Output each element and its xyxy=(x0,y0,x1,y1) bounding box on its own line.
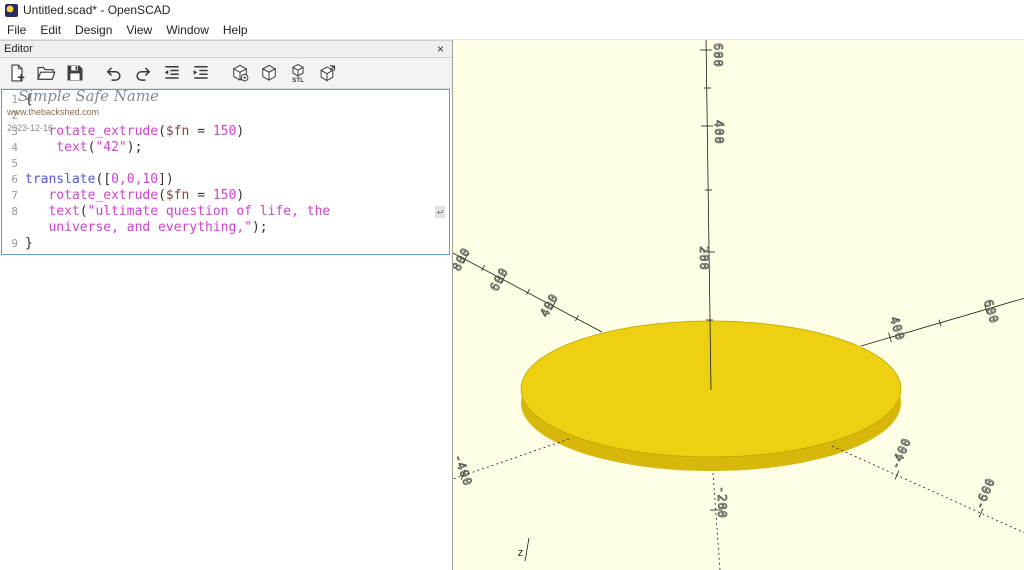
wrap-indicator: ↵ xyxy=(435,206,445,218)
line-number: 9 xyxy=(2,236,25,252)
axis-tick-label: -400 xyxy=(453,452,475,488)
axis-tick-label: 800 xyxy=(453,245,473,273)
editor-toolbar: STL xyxy=(0,58,452,89)
code-row: 3 rotate_extrude($fn = 150) xyxy=(2,124,449,140)
menu-file[interactable]: File xyxy=(0,22,33,38)
window-titlebar: Untitled.scad* - OpenSCAD xyxy=(0,0,1024,20)
menu-window[interactable]: Window xyxy=(159,22,216,38)
code-row: 5 xyxy=(2,156,449,172)
code-row: 9} xyxy=(2,236,449,252)
new-file-button[interactable] xyxy=(3,60,30,87)
preview-cube-icon xyxy=(230,63,250,83)
stl-cube-icon: STL xyxy=(288,63,308,83)
line-number xyxy=(2,220,25,236)
undo-icon xyxy=(104,63,124,83)
view-all-button[interactable] xyxy=(313,60,340,87)
save-button[interactable] xyxy=(61,60,88,87)
menu-view[interactable]: View xyxy=(119,22,159,38)
editor-panel-title: Editor xyxy=(4,43,33,55)
code-editor[interactable]: 1{23 rotate_extrude($fn = 150)4 text("42… xyxy=(0,89,452,570)
code-row: universe, and everything,"); xyxy=(2,220,449,236)
code-line-text: rotate_extrude($fn = 150) xyxy=(25,124,244,140)
render-button[interactable] xyxy=(255,60,282,87)
editor-panel: Editor × xyxy=(0,40,453,570)
preview-button[interactable] xyxy=(226,60,253,87)
redo-button[interactable] xyxy=(129,60,156,87)
code-line-text: rotate_extrude($fn = 150) xyxy=(25,188,244,204)
axis-tick-label: -200 xyxy=(715,486,729,519)
code-row: 6translate([0,0,10]) xyxy=(2,172,449,188)
code-row: 7 rotate_extrude($fn = 150) xyxy=(2,188,449,204)
export-stl-button[interactable]: STL xyxy=(284,60,311,87)
code-line-text: text("ultimate question of life, the xyxy=(25,204,330,220)
mini-axis-z-label: z xyxy=(517,546,524,559)
line-number: 8 xyxy=(2,204,25,220)
code-line-text: } xyxy=(25,236,33,252)
viewport-canvas[interactable]: z 600400200800600400400600-400-400-600-2… xyxy=(453,40,1024,570)
axis-tick-label: 400 xyxy=(537,291,561,319)
open-folder-icon xyxy=(36,63,56,83)
undo-button[interactable] xyxy=(100,60,127,87)
line-number: 4 xyxy=(2,140,25,156)
redo-icon xyxy=(133,63,153,83)
axes-cube-icon xyxy=(317,63,337,83)
axis-tick-label: 200 xyxy=(697,246,711,271)
save-icon xyxy=(65,63,85,83)
mini-axis-line xyxy=(525,538,529,561)
menu-design[interactable]: Design xyxy=(68,22,119,38)
code-line-text: text("42"); xyxy=(25,140,142,156)
axis-tick-label: 600 xyxy=(711,43,725,68)
editor-close-button[interactable]: × xyxy=(435,43,446,55)
menubar: File Edit Design View Window Help xyxy=(0,20,1024,40)
window-title: Untitled.scad* - OpenSCAD xyxy=(23,3,170,17)
line-number: 7 xyxy=(2,188,25,204)
menu-edit[interactable]: Edit xyxy=(33,22,68,38)
watermark-url: www.thebackshed.com xyxy=(7,107,99,117)
code-area[interactable]: 1{23 rotate_extrude($fn = 150)4 text("42… xyxy=(1,89,450,255)
toolbar-separator xyxy=(216,58,224,88)
stl-icon-label: STL xyxy=(292,77,304,83)
render-cube-icon xyxy=(259,63,279,83)
toolbar-separator xyxy=(90,58,98,88)
axis-tick-label: 600 xyxy=(981,298,1001,326)
editor-panel-header: Editor × xyxy=(0,40,452,58)
new-file-icon xyxy=(7,63,27,83)
line-number: 5 xyxy=(2,156,25,172)
indent-button[interactable] xyxy=(187,60,214,87)
code-line-text: translate([0,0,10]) xyxy=(25,172,174,188)
y-axis-negative xyxy=(832,446,1024,533)
openscad-logo-icon xyxy=(5,4,18,17)
axis-tick xyxy=(895,471,899,480)
watermark-title: Simple Safe Name xyxy=(18,87,159,105)
watermark-date: 2023-12-16 xyxy=(7,123,53,133)
axis-tick-label: 600 xyxy=(487,265,511,293)
unindent-button[interactable] xyxy=(158,60,185,87)
code-row: 8 text("ultimate question of life, the ↵ xyxy=(2,204,449,220)
axis-tick-label: 400 xyxy=(712,120,726,145)
unindent-icon xyxy=(162,63,182,83)
line-number: 6 xyxy=(2,172,25,188)
axis-tick-label: -400 xyxy=(888,435,914,471)
menu-help[interactable]: Help xyxy=(216,22,255,38)
3d-viewport[interactable]: z 600400200800600400400600-400-400-600-2… xyxy=(453,40,1024,570)
axis-tick-label: -600 xyxy=(972,475,998,511)
code-row: 4 text("42"); xyxy=(2,140,449,156)
code-line-text: universe, and everything,"); xyxy=(25,220,268,236)
open-button[interactable] xyxy=(32,60,59,87)
indent-icon xyxy=(191,63,211,83)
